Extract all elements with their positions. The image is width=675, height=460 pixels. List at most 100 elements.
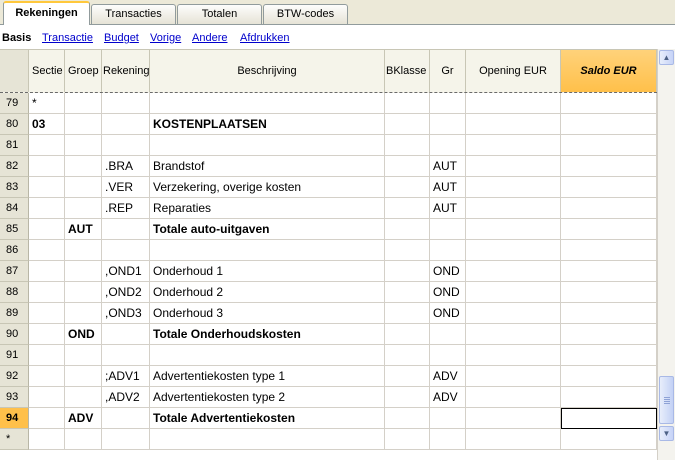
tab-btw-codes[interactable]: BTW-codes (263, 4, 348, 24)
cell-sectie[interactable] (29, 135, 65, 156)
cell-sectie[interactable] (29, 303, 65, 324)
cell-beschrijving[interactable]: Totale auto-uitgaven (150, 219, 385, 240)
table-row[interactable]: 93 ,ADV2 Advertentiekosten type 2 ADV (0, 387, 657, 408)
cell-groep[interactable]: OND (65, 324, 102, 345)
cell-opening[interactable] (466, 345, 561, 366)
cell-saldo[interactable] (561, 429, 657, 450)
cell-beschrijving[interactable]: Totale Onderhoudskosten (150, 324, 385, 345)
cell-rekening[interactable]: ,OND2 (102, 282, 150, 303)
cell-saldo[interactable] (561, 282, 657, 303)
cell-saldo[interactable] (561, 408, 657, 429)
table-row[interactable]: 94 ADV Totale Advertentiekosten (0, 408, 657, 429)
cell-gr[interactable] (430, 114, 466, 135)
cell-gr[interactable] (430, 345, 466, 366)
cell-gr[interactable]: OND (430, 261, 466, 282)
cell-gr[interactable]: OND (430, 303, 466, 324)
cell-bklasse[interactable] (385, 240, 430, 261)
cell-opening[interactable] (466, 135, 561, 156)
cell-opening[interactable] (466, 240, 561, 261)
cell-bklasse[interactable] (385, 408, 430, 429)
column-header-groep[interactable]: Groep (65, 49, 102, 92)
cell-rekening[interactable] (102, 135, 150, 156)
cell-beschrijving[interactable]: Onderhoud 2 (150, 282, 385, 303)
cell-rekening[interactable]: ,ADV2 (102, 387, 150, 408)
cell-gr[interactable]: OND (430, 282, 466, 303)
cell-bklasse[interactable] (385, 366, 430, 387)
cell-gr[interactable]: AUT (430, 177, 466, 198)
cell-gr[interactable]: AUT (430, 156, 466, 177)
new-row[interactable]: * (0, 429, 657, 450)
cell-bklasse[interactable] (385, 429, 430, 450)
cell-rekening[interactable]: ,OND3 (102, 303, 150, 324)
cell-groep[interactable] (65, 114, 102, 135)
arrow-up-icon[interactable]: ▲ (659, 50, 674, 65)
cell-groep[interactable] (65, 345, 102, 366)
cell-bklasse[interactable] (385, 177, 430, 198)
cell-rekening[interactable]: ,OND1 (102, 261, 150, 282)
cell-opening[interactable] (466, 408, 561, 429)
cell-groep[interactable] (65, 282, 102, 303)
arrow-down-icon[interactable]: ▼ (659, 426, 674, 441)
cell-beschrijving[interactable]: Advertentiekosten type 2 (150, 387, 385, 408)
cell-bklasse[interactable] (385, 135, 430, 156)
cell-gr[interactable] (430, 240, 466, 261)
cell-sectie[interactable] (29, 177, 65, 198)
cell-bklasse[interactable] (385, 345, 430, 366)
cell-saldo[interactable] (561, 135, 657, 156)
cell-groep[interactable] (65, 135, 102, 156)
cell-sectie[interactable] (29, 198, 65, 219)
tab-rekeningen[interactable]: Rekeningen (3, 1, 90, 25)
cell-rekening[interactable] (102, 93, 150, 114)
cell-bklasse[interactable] (385, 93, 430, 114)
column-header-opening[interactable]: Opening EUR (466, 49, 561, 92)
cell-saldo[interactable] (561, 387, 657, 408)
view-afdrukken[interactable]: Afdrukken (240, 32, 290, 44)
table-row[interactable]: 85 AUT Totale auto-uitgaven (0, 219, 657, 240)
cell-sectie[interactable] (29, 324, 65, 345)
cell-rekening[interactable] (102, 345, 150, 366)
cell-opening[interactable] (466, 282, 561, 303)
cell-rekening[interactable]: ;ADV1 (102, 366, 150, 387)
cell-opening[interactable] (466, 156, 561, 177)
cell-rekening[interactable] (102, 114, 150, 135)
cell-saldo[interactable] (561, 177, 657, 198)
scrollbar-thumb[interactable] (659, 376, 674, 424)
cell-saldo[interactable] (561, 156, 657, 177)
cell-sectie[interactable]: 03 (29, 114, 65, 135)
column-header-rekening[interactable]: Rekening (102, 49, 150, 92)
cell-beschrijving[interactable]: Brandstof (150, 156, 385, 177)
cell-gr[interactable]: AUT (430, 198, 466, 219)
cell-saldo[interactable] (561, 114, 657, 135)
cell-sectie[interactable] (29, 219, 65, 240)
cell-bklasse[interactable] (385, 156, 430, 177)
cell-opening[interactable] (466, 261, 561, 282)
column-header-beschrijving[interactable]: Beschrijving (150, 49, 385, 92)
view-transactie[interactable]: Transactie (42, 32, 93, 44)
view-vorige[interactable]: Vorige (150, 32, 181, 44)
cell-beschrijving[interactable]: Verzekering, overige kosten (150, 177, 385, 198)
cell-saldo[interactable] (561, 324, 657, 345)
table-row[interactable]: 89 ,OND3 Onderhoud 3 OND (0, 303, 657, 324)
cell-sectie[interactable]: * (29, 93, 65, 114)
cell-opening[interactable] (466, 366, 561, 387)
tab-transacties[interactable]: Transacties (91, 4, 176, 24)
table-row[interactable]: 84 .REP Reparaties AUT (0, 198, 657, 219)
cell-groep[interactable] (65, 303, 102, 324)
cell-rekening[interactable]: .VER (102, 177, 150, 198)
cell-gr[interactable] (430, 219, 466, 240)
cell-gr[interactable] (430, 429, 466, 450)
cell-sectie[interactable] (29, 366, 65, 387)
cell-beschrijving[interactable]: Reparaties (150, 198, 385, 219)
cell-groep[interactable] (65, 429, 102, 450)
cell-groep[interactable] (65, 261, 102, 282)
column-header-sectie[interactable]: Sectie (29, 49, 65, 92)
cell-rekening[interactable] (102, 219, 150, 240)
table-row[interactable]: 91 (0, 345, 657, 366)
cell-gr[interactable] (430, 408, 466, 429)
cell-saldo[interactable] (561, 219, 657, 240)
cell-bklasse[interactable] (385, 198, 430, 219)
cell-opening[interactable] (466, 387, 561, 408)
cell-opening[interactable] (466, 198, 561, 219)
cell-groep[interactable] (65, 387, 102, 408)
cell-rekening[interactable] (102, 324, 150, 345)
